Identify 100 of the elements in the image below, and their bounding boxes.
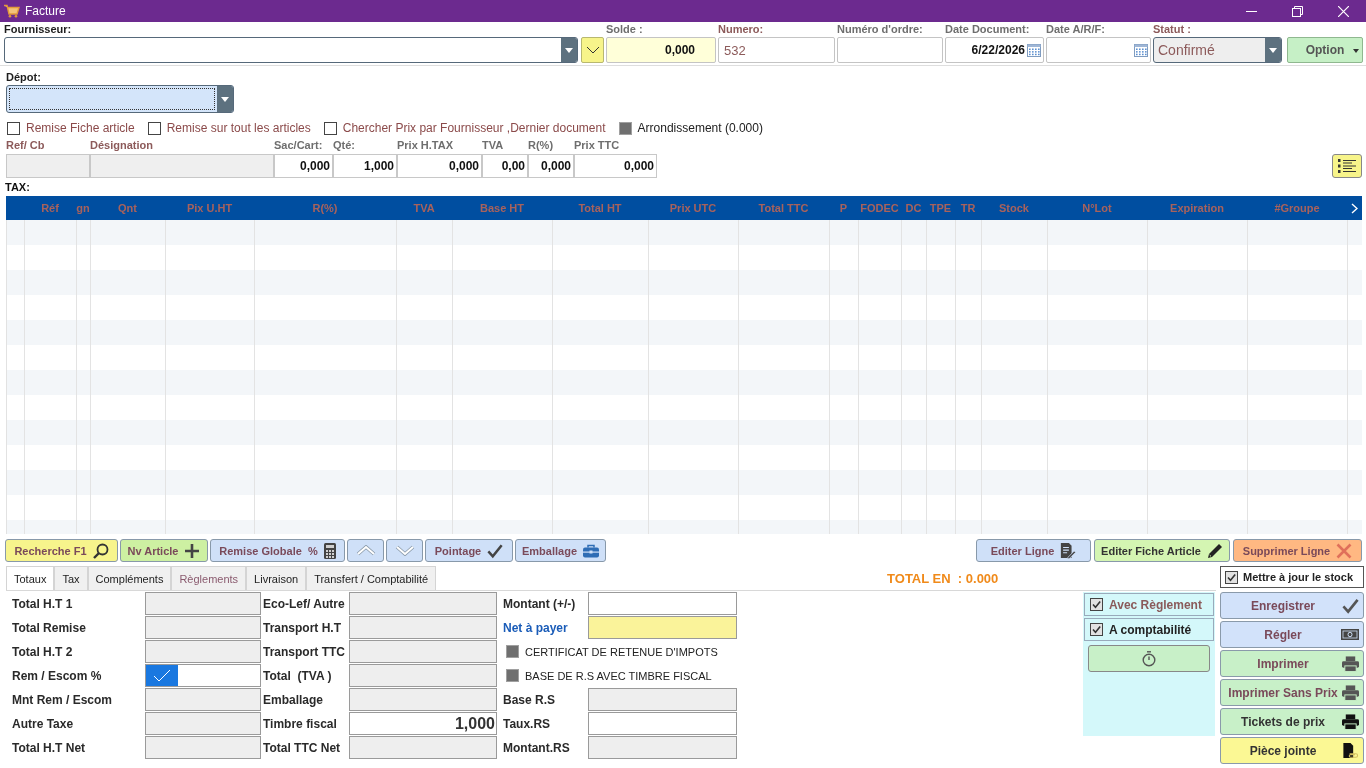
field-label: Mnt Rem / Escom <box>12 692 114 707</box>
field-label: Qté: <box>333 138 355 153</box>
pay-button[interactable]: Régler <box>1220 621 1364 648</box>
field-label: Eco-Lef/ Autre <box>263 596 346 611</box>
new-article-button[interactable]: Nv Article <box>120 539 208 562</box>
print-button[interactable]: Imprimer <box>1220 650 1364 677</box>
window-title: Facture <box>25 4 66 18</box>
field-label: Total H.T Net <box>12 740 87 755</box>
date-field[interactable] <box>1046 37 1151 63</box>
field-label: Dépot: <box>6 70 41 84</box>
checkbox-row[interactable]: A comptabilité <box>1084 618 1214 641</box>
delete-line-button[interactable]: Supprimer Ligne <box>1233 539 1362 562</box>
input-field[interactable]: 0,00 <box>482 154 528 178</box>
depot-dropdown[interactable] <box>6 85 234 113</box>
checkbox[interactable] <box>323 121 337 135</box>
input-field[interactable] <box>145 664 261 687</box>
packaging-button[interactable]: Emballage <box>515 539 606 562</box>
discount-button[interactable]: Remise Globale % <box>210 539 345 562</box>
input-field[interactable]: 0,000 <box>274 154 333 178</box>
checkbox-label: Remise Fiche article <box>26 121 135 135</box>
input-field[interactable]: 1,000 <box>349 712 497 735</box>
input-field[interactable] <box>588 712 737 735</box>
readonly-field[interactable] <box>349 664 497 687</box>
attachment-button[interactable]: Pièce jointe <box>1220 737 1364 764</box>
checkbox-label: BASE DE R.S AVEC TIMBRE FISCAL <box>525 669 712 682</box>
readonly-field[interactable] <box>349 616 497 639</box>
readonly-field[interactable] <box>145 592 261 615</box>
move-down-button[interactable] <box>386 539 423 562</box>
field-label: Rem / Escom % <box>12 668 103 683</box>
save-button[interactable]: Enregistrer <box>1220 592 1364 619</box>
checkbox[interactable] <box>1090 623 1103 636</box>
checkbox[interactable] <box>7 121 20 135</box>
edit-article-button[interactable]: Editer Fiche Article <box>1094 539 1230 562</box>
status-dropdown[interactable]: Confirmé <box>1153 37 1282 63</box>
dropdown-toggle-button[interactable] <box>581 37 604 63</box>
field-label: Emballage <box>263 692 325 707</box>
readonly-field[interactable] <box>6 154 90 178</box>
timer-button[interactable] <box>1088 645 1210 672</box>
readonly-field[interactable] <box>145 640 261 663</box>
supplier-dropdown[interactable] <box>4 37 578 63</box>
input-field[interactable]: 0,000 <box>528 154 574 178</box>
tab[interactable]: Totaux <box>6 566 55 590</box>
checkbox-label: Arrondissement (0.000) <box>637 121 763 135</box>
checkbox[interactable] <box>147 121 161 135</box>
checkbox[interactable] <box>1090 598 1103 611</box>
input-field[interactable]: 0,000 <box>397 154 482 178</box>
readonly-field[interactable] <box>145 616 261 639</box>
move-up-button[interactable] <box>347 539 384 562</box>
tab[interactable]: Compléments <box>87 566 172 590</box>
chevron-right-icon[interactable] <box>1351 202 1358 214</box>
checkbox-label: Mettre à jour le stock <box>1243 571 1354 583</box>
caret-icon <box>1269 47 1277 53</box>
field-label: Transport H.T <box>263 620 342 635</box>
field-label: Total H.T 1 <box>12 596 74 611</box>
tab[interactable]: Transfert / Comptabilité <box>306 566 437 590</box>
field-label: Total (TVA ) <box>263 668 333 683</box>
checkbox-row[interactable]: Avec Règlement <box>1084 593 1214 616</box>
option-button[interactable]: Option <box>1287 37 1363 63</box>
readonly-field[interactable] <box>145 712 261 735</box>
numbered-list-button[interactable] <box>1332 154 1362 178</box>
edit-line-button[interactable]: Editer Ligne <box>976 539 1091 562</box>
input-field[interactable] <box>588 616 737 639</box>
readonly-field[interactable] <box>588 688 737 711</box>
input-field[interactable]: 1,000 <box>333 154 397 178</box>
plus-icon <box>184 542 201 559</box>
tab[interactable]: Tax <box>54 566 88 590</box>
date-field[interactable]: 6/22/2026 <box>945 37 1044 63</box>
text-field[interactable]: 532 <box>718 37 835 63</box>
chevron-down-icon <box>585 46 600 54</box>
search-button[interactable]: Recherche F1 <box>5 539 118 562</box>
readonly-field[interactable] <box>349 688 497 711</box>
tab[interactable]: Livraison <box>246 566 307 590</box>
checkbox-row[interactable]: Mettre à jour le stock <box>1220 566 1364 588</box>
readonly-field[interactable] <box>349 592 497 615</box>
caret-icon <box>565 47 573 53</box>
print-button[interactable]: Imprimer Sans Prix <box>1220 679 1364 706</box>
calendar-icon[interactable] <box>1027 43 1041 57</box>
check-button[interactable]: Pointage <box>425 539 513 562</box>
caret-icon <box>1353 49 1359 53</box>
readonly-field[interactable] <box>90 154 274 178</box>
readonly-field[interactable] <box>145 736 261 759</box>
readonly-field[interactable] <box>145 688 261 711</box>
input-field[interactable] <box>588 592 737 615</box>
checkmark-icon <box>487 542 504 559</box>
numbered-list-icon <box>1337 158 1357 174</box>
checkbox[interactable] <box>1225 570 1238 584</box>
calendar-icon[interactable] <box>1134 43 1148 57</box>
caret-icon <box>221 96 229 102</box>
chevron-down-icon <box>394 545 415 556</box>
field-label: Montant (+/-) <box>503 596 577 611</box>
checkbox[interactable] <box>146 665 178 686</box>
readonly-field[interactable] <box>349 736 497 759</box>
print-button[interactable]: Tickets de prix <box>1220 708 1364 735</box>
balance-field[interactable]: 0,000 <box>606 37 716 63</box>
x-icon <box>1336 542 1353 559</box>
field-label: Date A/R/F: <box>1046 22 1105 37</box>
input-field[interactable]: 0,000 <box>574 154 657 178</box>
readonly-field[interactable] <box>349 640 497 663</box>
readonly-field[interactable] <box>588 736 737 759</box>
text-field[interactable] <box>837 37 943 63</box>
